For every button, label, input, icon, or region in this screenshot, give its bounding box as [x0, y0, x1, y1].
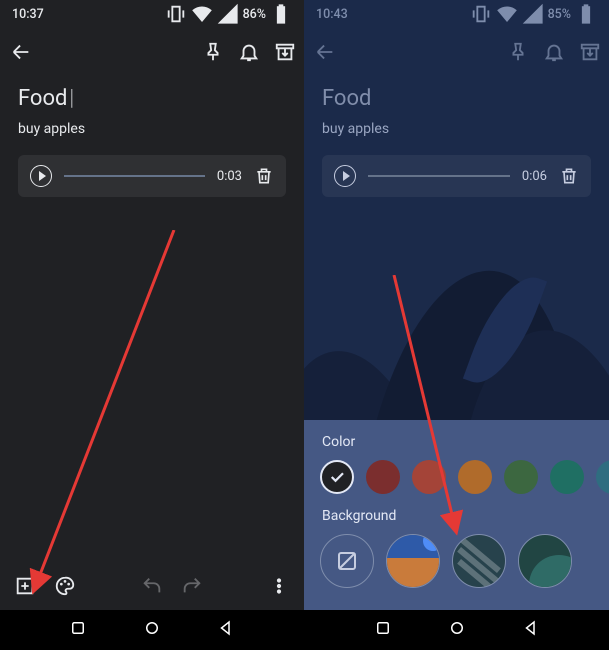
android-nav-bar — [0, 610, 304, 650]
status-bar: 10:43 85% — [304, 0, 609, 28]
add-button[interactable] — [14, 575, 36, 597]
audio-scrubber[interactable] — [64, 175, 205, 177]
color-swatches — [320, 460, 609, 494]
color-swatch[interactable] — [550, 460, 584, 494]
back-button[interactable] — [10, 41, 32, 63]
color-swatch[interactable] — [412, 460, 446, 494]
screen-background-picker: 10:43 85% — [304, 0, 609, 650]
nav-back-button[interactable] — [217, 619, 235, 641]
pin-button[interactable] — [507, 41, 529, 63]
battery-icon — [575, 3, 597, 25]
reminder-button[interactable] — [238, 41, 260, 63]
undo-button[interactable] — [141, 575, 163, 597]
reminder-button[interactable] — [543, 41, 565, 63]
bottom-toolbar — [0, 562, 304, 610]
archive-button[interactable] — [274, 41, 296, 63]
app-bar — [304, 28, 609, 76]
signal-icon — [522, 3, 544, 25]
color-swatch[interactable] — [366, 460, 400, 494]
wifi-icon — [191, 3, 213, 25]
style-sheet: Color Background — [304, 420, 609, 610]
status-system-icons: 86% — [165, 3, 292, 25]
vibrate-icon — [165, 3, 187, 25]
nav-recent-button[interactable] — [374, 619, 392, 641]
background-option-feathers[interactable] — [452, 534, 506, 588]
note-title-input[interactable]: Food — [18, 86, 286, 115]
background-options — [320, 534, 609, 588]
play-button[interactable] — [30, 165, 52, 187]
battery-icon — [270, 3, 292, 25]
status-time: 10:37 — [12, 7, 44, 22]
audio-duration: 0:03 — [217, 169, 242, 184]
audio-scrubber[interactable] — [368, 175, 510, 177]
color-swatch[interactable] — [596, 460, 609, 494]
nav-back-button[interactable] — [522, 619, 540, 641]
annotation-arrow — [24, 230, 194, 600]
audio-duration: 0:06 — [522, 169, 547, 184]
note-content-input[interactable]: buy apples — [322, 121, 591, 137]
background-option-nature[interactable] — [386, 534, 440, 588]
nav-home-button[interactable] — [448, 619, 466, 641]
archive-button[interactable] — [579, 41, 601, 63]
battery-text: 85% — [548, 7, 571, 22]
delete-audio-button[interactable] — [254, 166, 274, 186]
back-button[interactable] — [314, 41, 336, 63]
note-title-input[interactable]: Food — [322, 86, 591, 115]
palette-button[interactable] — [54, 575, 76, 597]
background-section-label: Background — [322, 508, 609, 524]
vibrate-icon — [470, 3, 492, 25]
color-swatch[interactable] — [504, 460, 538, 494]
play-button[interactable] — [334, 165, 356, 187]
color-section-label: Color — [322, 434, 609, 450]
color-swatch[interactable] — [458, 460, 492, 494]
pin-button[interactable] — [202, 41, 224, 63]
color-swatch[interactable] — [320, 460, 354, 494]
note-content-input[interactable]: buy apples — [18, 121, 286, 137]
battery-text: 86% — [243, 7, 266, 22]
audio-attachment: 0:03 — [18, 155, 286, 197]
wifi-icon — [496, 3, 518, 25]
status-bar: 10:37 86% — [0, 0, 304, 28]
signal-icon — [217, 3, 239, 25]
screen-edit-note: 10:37 86% — [0, 0, 304, 650]
background-option-leaves[interactable] — [518, 534, 572, 588]
delete-audio-button[interactable] — [559, 166, 579, 186]
android-nav-bar — [304, 610, 609, 650]
status-time: 10:43 — [316, 7, 348, 22]
audio-attachment: 0:06 — [322, 155, 591, 197]
nav-home-button[interactable] — [143, 619, 161, 641]
background-none[interactable] — [320, 534, 374, 588]
more-button[interactable] — [268, 575, 290, 597]
redo-button[interactable] — [181, 575, 203, 597]
status-system-icons: 85% — [470, 3, 597, 25]
nav-recent-button[interactable] — [69, 619, 87, 641]
app-bar — [0, 28, 304, 76]
